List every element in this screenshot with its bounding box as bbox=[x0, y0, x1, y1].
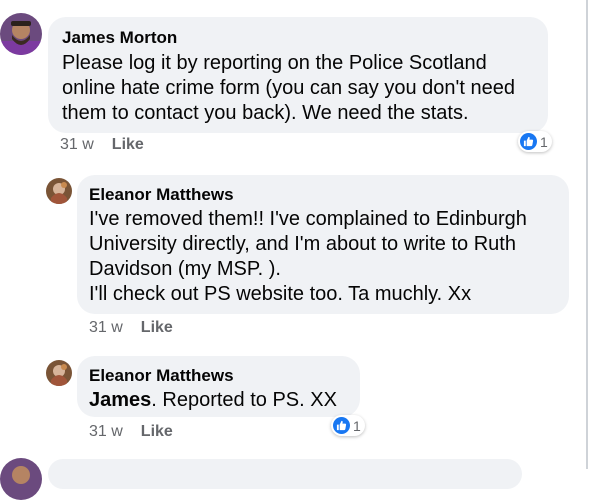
comment-timestamp[interactable]: 31 w bbox=[89, 423, 123, 441]
reaction-count-label: 1 bbox=[540, 133, 548, 150]
comment-text-body: . Reported to PS. XX bbox=[151, 389, 337, 411]
scrollbar-edge bbox=[586, 0, 600, 469]
comment-timestamp[interactable]: 31 w bbox=[60, 136, 94, 154]
thumbs-up-reaction-icon bbox=[520, 133, 537, 150]
reaction-count[interactable]: 1 bbox=[518, 131, 552, 152]
like-button[interactable]: Like bbox=[141, 319, 173, 337]
thumbs-up-reaction-icon bbox=[333, 417, 350, 434]
comment-author[interactable]: Eleanor Matthews bbox=[89, 184, 557, 206]
avatar[interactable] bbox=[46, 360, 72, 386]
avatar[interactable] bbox=[46, 178, 72, 204]
comment-actions: 31 w Like bbox=[89, 319, 173, 337]
comment-bubble: James Morton Please log it by reporting … bbox=[48, 17, 548, 133]
comment-text: Please log it by reporting on the Police… bbox=[62, 52, 515, 124]
avatar[interactable] bbox=[0, 458, 42, 500]
comment-bubble: Eleanor Matthews I've removed them!! I'v… bbox=[77, 175, 569, 314]
comment-actions: 31 w Like bbox=[89, 423, 173, 441]
reaction-count-label: 1 bbox=[353, 417, 361, 434]
comment-bubble bbox=[48, 459, 522, 489]
reaction-count[interactable]: 1 bbox=[331, 415, 365, 436]
like-button[interactable]: Like bbox=[112, 136, 144, 154]
comment-bubble: Eleanor Matthews James. Reported to PS. … bbox=[77, 356, 360, 417]
comment-text: I've removed them!! I've complained to E… bbox=[89, 208, 527, 305]
comment-text: James. Reported to PS. XX bbox=[89, 388, 348, 413]
comment-author[interactable]: Eleanor Matthews bbox=[89, 365, 348, 387]
like-button[interactable]: Like bbox=[141, 423, 173, 441]
mention-link[interactable]: James bbox=[89, 389, 151, 411]
comment-actions: 31 w Like bbox=[60, 136, 144, 154]
avatar[interactable] bbox=[0, 13, 42, 55]
comment-timestamp[interactable]: 31 w bbox=[89, 319, 123, 337]
comment-author[interactable]: James Morton bbox=[62, 27, 534, 49]
